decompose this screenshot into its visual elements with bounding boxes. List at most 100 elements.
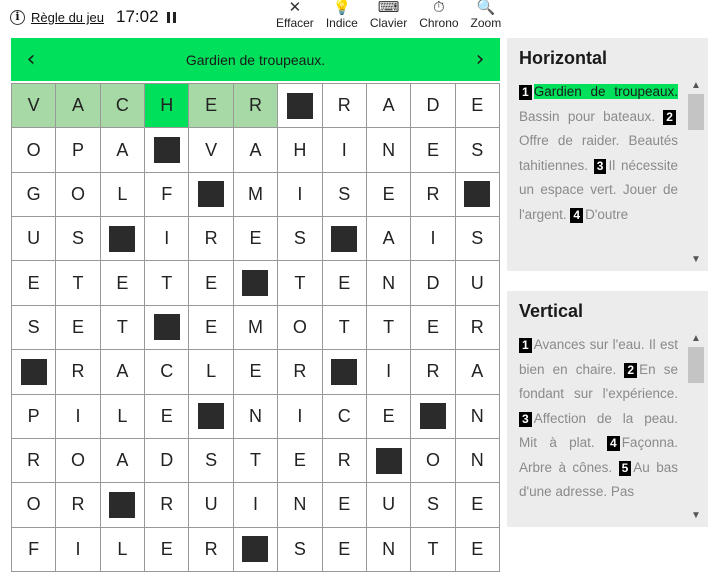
horizontal-scrollbar[interactable]: ▲ ▼ (688, 80, 704, 265)
grid-cell[interactable]: E (233, 350, 279, 395)
grid-cell[interactable]: R (189, 527, 234, 572)
grid-cell[interactable]: E (411, 128, 456, 173)
grid-cell[interactable]: S (411, 483, 456, 528)
scroll-up-icon[interactable]: ▲ (688, 333, 704, 344)
grid-cell[interactable]: N (366, 128, 412, 173)
black-cell[interactable] (411, 394, 456, 439)
grid-cell[interactable]: I (145, 217, 190, 262)
black-cell[interactable] (233, 261, 279, 306)
grid-cell[interactable]: E (322, 527, 367, 572)
grid-cell[interactable]: A (56, 84, 101, 129)
grid-cell[interactable]: N (455, 438, 500, 484)
grid-cell[interactable]: E (455, 84, 500, 129)
grid-cell[interactable]: A (455, 350, 500, 395)
scroll-thumb[interactable] (688, 94, 704, 130)
grid-cell[interactable]: N (366, 527, 412, 572)
grid-cell[interactable]: O (12, 483, 57, 528)
grid-cell[interactable]: E (189, 261, 234, 306)
grid-cell[interactable]: C (145, 350, 190, 395)
grid-cell[interactable]: E (366, 394, 412, 439)
grid-cell[interactable]: O (278, 305, 323, 351)
black-cell[interactable] (145, 305, 190, 351)
grid-cell[interactable]: H (145, 84, 190, 129)
grid-cell[interactable]: E (455, 483, 500, 528)
grid-cell[interactable]: E (322, 483, 367, 528)
grid-cell[interactable]: T (100, 305, 146, 351)
grid-cell[interactable]: M (233, 305, 279, 351)
grid-cell[interactable]: T (411, 527, 456, 572)
tool-indice-button[interactable]: 💡 Indice (326, 0, 358, 30)
grid-cell[interactable]: E (145, 527, 190, 572)
grid-cell[interactable]: R (12, 438, 57, 484)
previous-clue-button[interactable]: ‹ (23, 47, 39, 72)
grid-cell[interactable]: E (455, 527, 500, 572)
clue-text[interactable]: D'outre (585, 207, 628, 222)
grid-cell[interactable]: R (233, 84, 279, 129)
grid-cell[interactable]: N (366, 261, 412, 306)
grid-cell[interactable]: R (455, 305, 500, 351)
tool-chrono-button[interactable]: ⏱ Chrono (419, 0, 458, 30)
rules-link[interactable]: i Règle du jeu (10, 10, 104, 25)
grid-cell[interactable]: G (12, 172, 57, 218)
grid-cell[interactable]: U (189, 483, 234, 528)
grid-cell[interactable]: S (455, 217, 500, 262)
grid-cell[interactable]: I (278, 172, 323, 218)
grid-cell[interactable]: U (366, 483, 412, 528)
grid-cell[interactable]: R (411, 172, 456, 218)
grid-cell[interactable]: D (411, 261, 456, 306)
grid-cell[interactable]: E (100, 261, 146, 306)
grid-cell[interactable]: S (278, 217, 323, 262)
grid-cell[interactable]: S (189, 438, 234, 484)
grid-cell[interactable]: R (56, 483, 101, 528)
grid-cell[interactable]: A (366, 217, 412, 262)
grid-cell[interactable]: S (278, 527, 323, 572)
grid-cell[interactable]: V (12, 84, 57, 129)
next-clue-button[interactable]: › (472, 47, 488, 72)
grid-cell[interactable]: U (455, 261, 500, 306)
scroll-down-icon[interactable]: ▼ (688, 254, 704, 265)
black-cell[interactable] (322, 217, 367, 262)
scroll-thumb[interactable] (688, 347, 704, 383)
grid-cell[interactable]: C (100, 84, 146, 129)
grid-cell[interactable]: V (189, 128, 234, 173)
black-cell[interactable] (322, 350, 367, 395)
grid-cell[interactable]: I (56, 527, 101, 572)
grid-cell[interactable]: L (100, 394, 146, 439)
grid-cell[interactable]: C (322, 394, 367, 439)
scroll-down-icon[interactable]: ▼ (688, 510, 704, 521)
black-cell[interactable] (100, 217, 146, 262)
grid-cell[interactable]: D (145, 438, 190, 484)
grid-cell[interactable]: I (278, 394, 323, 439)
grid-cell[interactable]: T (56, 261, 101, 306)
black-cell[interactable] (366, 438, 412, 484)
black-cell[interactable] (278, 84, 323, 129)
grid-cell[interactable]: T (322, 305, 367, 351)
black-cell[interactable] (12, 350, 57, 395)
grid-cell[interactable]: T (278, 261, 323, 306)
grid-cell[interactable]: L (100, 527, 146, 572)
grid-cell[interactable]: F (12, 527, 57, 572)
grid-cell[interactable]: R (145, 483, 190, 528)
grid-cell[interactable]: P (56, 128, 101, 173)
grid-cell[interactable]: R (278, 350, 323, 395)
grid-cell[interactable]: S (322, 172, 367, 218)
clue-text[interactable]: Gardien de troupeaux. (533, 84, 678, 99)
grid-cell[interactable]: O (12, 128, 57, 173)
grid-cell[interactable]: E (322, 261, 367, 306)
grid-cell[interactable]: M (233, 172, 279, 218)
vertical-scrollbar[interactable]: ▲ ▼ (688, 333, 704, 521)
grid-cell[interactable]: R (189, 217, 234, 262)
grid-cell[interactable]: P (12, 394, 57, 439)
grid-cell[interactable]: E (366, 172, 412, 218)
grid-cell[interactable]: O (56, 172, 101, 218)
grid-cell[interactable]: F (145, 172, 190, 218)
grid-cell[interactable]: E (145, 394, 190, 439)
grid-cell[interactable]: I (322, 128, 367, 173)
pause-icon[interactable] (166, 11, 176, 23)
black-cell[interactable] (455, 172, 500, 218)
grid-cell[interactable]: E (233, 217, 279, 262)
grid-cell[interactable]: A (100, 350, 146, 395)
grid-cell[interactable]: R (322, 438, 367, 484)
tool-effacer-button[interactable]: ✕ Effacer (276, 0, 314, 30)
grid-cell[interactable]: E (12, 261, 57, 306)
